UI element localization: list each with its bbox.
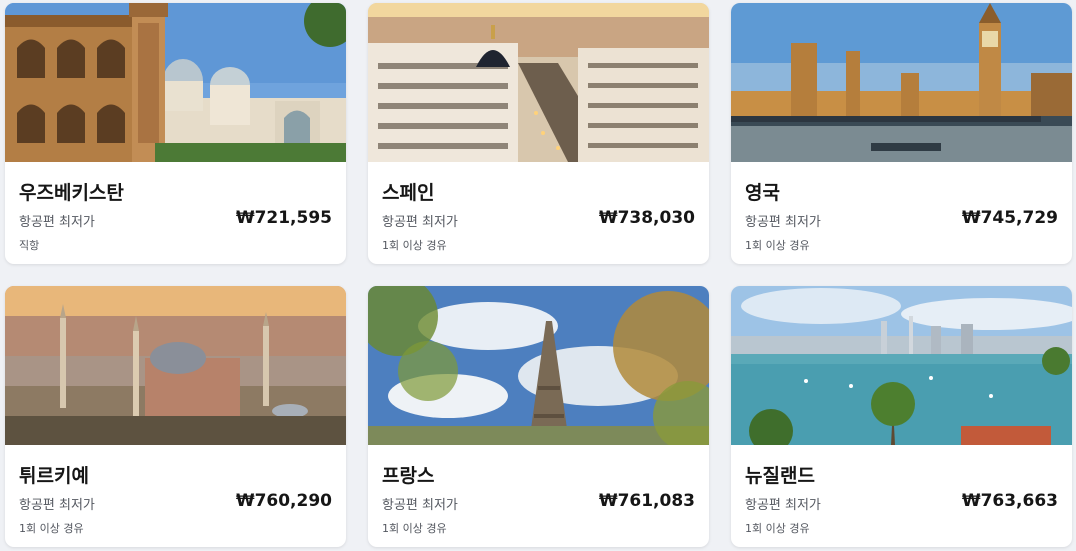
stops-info: 1회 이상 경유: [19, 522, 84, 535]
fare-label: 항공편 최저가: [382, 498, 458, 513]
stops-info: 1회 이상 경유: [745, 239, 810, 252]
london-big-ben-photo: [731, 3, 1072, 162]
destination-name: 뉴질랜드: [745, 465, 815, 487]
paris-eiffel-tower-photo: [368, 286, 709, 445]
lowest-price: ₩760,290: [235, 491, 332, 511]
fare-label: 항공편 최저가: [745, 215, 821, 230]
auckland-harbour-photo: [731, 286, 1072, 445]
destination-name: 스페인: [382, 182, 435, 204]
stops-info: 1회 이상 경유: [382, 239, 447, 252]
destination-card-turkiye[interactable]: 튀르키예 항공편 최저가 ₩760,290 1회 이상 경유: [5, 286, 346, 547]
destination-card-new-zealand[interactable]: 뉴질랜드 항공편 최저가 ₩763,663 1회 이상 경유: [731, 286, 1072, 547]
fare-label: 항공편 최저가: [382, 215, 458, 230]
uzbekistan-mosque-photo: [5, 3, 346, 162]
lowest-price: ₩738,030: [598, 208, 695, 228]
destination-grid: 우즈베키스탄 항공편 최저가 ₩721,595 직항 스페인 항공편 최저가 ₩…: [0, 0, 1076, 551]
destination-card-uzbekistan[interactable]: 우즈베키스탄 항공편 최저가 ₩721,595 직항: [5, 3, 346, 264]
fare-label: 항공편 최저가: [745, 498, 821, 513]
lowest-price: ₩761,083: [598, 491, 695, 511]
destination-name: 우즈베키스탄: [19, 182, 124, 204]
destination-card-uk[interactable]: 영국 항공편 최저가 ₩745,729 1회 이상 경유: [731, 3, 1072, 264]
destination-card-france[interactable]: 프랑스 항공편 최저가 ₩761,083 1회 이상 경유: [368, 286, 709, 547]
destination-card-spain[interactable]: 스페인 항공편 최저가 ₩738,030 1회 이상 경유: [368, 3, 709, 264]
destination-name: 튀르키예: [19, 465, 89, 487]
fare-label: 항공편 최저가: [19, 215, 95, 230]
lowest-price: ₩745,729: [961, 208, 1058, 228]
lowest-price: ₩763,663: [961, 491, 1058, 511]
madrid-gran-via-photo: [368, 3, 709, 162]
destination-name: 프랑스: [382, 465, 435, 487]
stops-info: 1회 이상 경유: [745, 522, 810, 535]
destination-name: 영국: [745, 182, 780, 204]
fare-label: 항공편 최저가: [19, 498, 95, 513]
lowest-price: ₩721,595: [235, 208, 332, 228]
stops-info: 1회 이상 경유: [382, 522, 447, 535]
istanbul-hagia-sophia-photo: [5, 286, 346, 445]
stops-info: 직항: [19, 239, 40, 252]
